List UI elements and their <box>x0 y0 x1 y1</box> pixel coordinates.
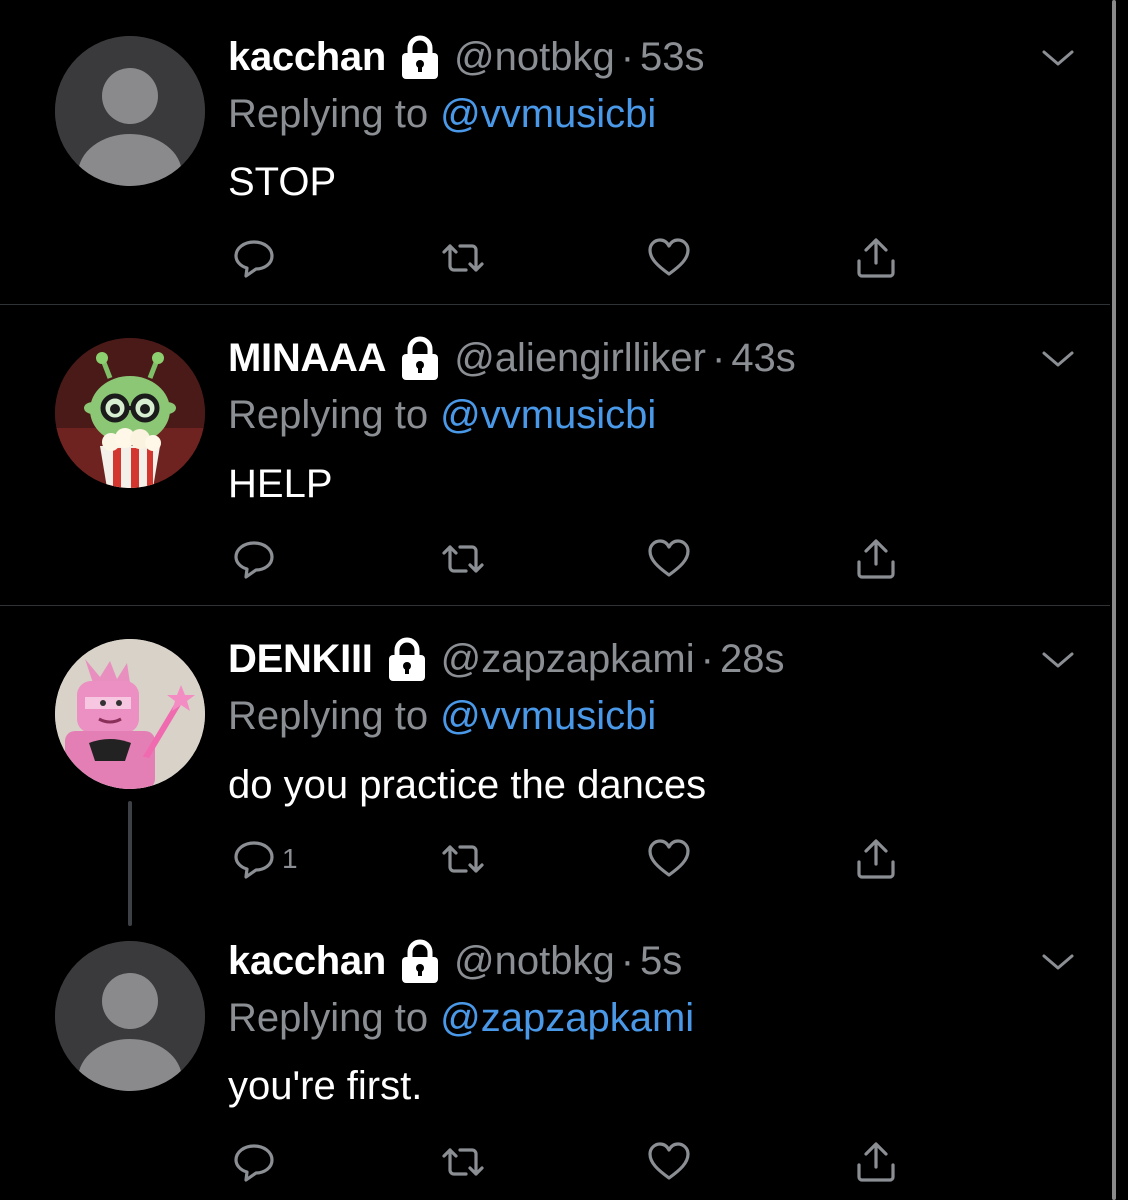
replying-to-label: Replying to <box>228 392 429 437</box>
retweet-icon <box>442 1148 484 1176</box>
alien-popcorn-avatar-icon <box>55 338 205 488</box>
display-name[interactable]: MINAAA <box>228 336 386 381</box>
retweet-icon <box>442 244 484 272</box>
reply-icon <box>234 541 274 579</box>
share-icon <box>857 539 895 579</box>
chevron-down-icon[interactable] <box>1040 347 1076 371</box>
retweet-button[interactable] <box>438 1137 488 1187</box>
tweet[interactable]: DENKIII @zapzapkami · 28s Replying to @v… <box>0 606 1110 926</box>
tweet[interactable]: kacchan @notbkg · 5s Replying to @zapzap… <box>0 908 1110 1200</box>
retweet-icon <box>442 845 484 873</box>
scrollbar[interactable] <box>1112 0 1116 1200</box>
like-button[interactable] <box>646 834 692 884</box>
tweet[interactable]: MINAAA @aliengirlliker · 43s Replying to… <box>0 305 1110 606</box>
share-icon <box>857 1142 895 1182</box>
reply-count: 1 <box>282 843 298 874</box>
reply-icon <box>234 1144 274 1182</box>
tweet-text: STOP <box>228 159 337 204</box>
reply-button[interactable] <box>232 1137 276 1187</box>
lock-icon <box>402 336 439 380</box>
tweet-actions: 1 <box>228 834 928 884</box>
heart-icon <box>648 1142 690 1180</box>
replying-to: Replying to @vvmusicbi <box>228 390 656 440</box>
tweet-text: HELP <box>228 461 333 506</box>
like-button[interactable] <box>646 233 692 283</box>
tweet[interactable]: kacchan @notbkg · 53s Replying to @vvmus… <box>0 0 1110 305</box>
replying-to-link[interactable]: @zapzapkami <box>440 996 694 1041</box>
reply-icon <box>234 841 274 879</box>
share-button[interactable] <box>853 534 899 584</box>
replying-to-label: Replying to <box>228 91 429 136</box>
display-name[interactable]: DENKIII <box>228 637 373 682</box>
lock-icon <box>402 35 438 79</box>
share-icon <box>857 238 895 278</box>
retweet-button[interactable] <box>438 834 488 884</box>
timestamp[interactable]: 43s <box>731 336 796 381</box>
heart-icon <box>648 238 690 276</box>
separator: · <box>620 938 635 983</box>
separator: · <box>620 34 635 79</box>
reply-button[interactable] <box>232 534 276 584</box>
tweet-header: DENKIII @zapzapkami · 28s <box>228 634 784 684</box>
handle[interactable]: @aliengirlliker <box>454 336 706 381</box>
reply-button[interactable] <box>232 233 276 283</box>
separator: · <box>700 636 714 681</box>
like-button[interactable] <box>646 1137 692 1187</box>
tweet-header: MINAAA @aliengirlliker · 43s <box>228 333 796 383</box>
share-button[interactable] <box>853 834 899 884</box>
lock-icon <box>388 637 425 681</box>
like-button[interactable] <box>646 534 692 584</box>
pink-figure-avatar-icon <box>55 639 205 789</box>
replying-to-label: Replying to <box>228 693 429 738</box>
retweet-icon <box>442 545 484 573</box>
replying-to: Replying to @zapzapkami <box>228 993 694 1043</box>
share-button[interactable] <box>853 1137 899 1187</box>
handle[interactable]: @zapzapkami <box>441 637 695 682</box>
tweet-header: kacchan @notbkg · 5s <box>228 936 682 986</box>
tweet-header: kacchan @notbkg · 53s <box>228 32 705 82</box>
replying-to-label: Replying to <box>228 995 429 1040</box>
separator: · <box>711 335 726 380</box>
heart-icon <box>648 839 690 877</box>
heart-icon <box>648 539 690 577</box>
handle[interactable]: @notbkg <box>454 939 615 984</box>
share-icon <box>857 839 895 879</box>
default-avatar-icon <box>55 941 205 1091</box>
replying-to: Replying to @vvmusicbi <box>228 691 656 741</box>
reply-button[interactable]: 1 <box>232 834 298 884</box>
handle[interactable]: @notbkg <box>454 35 615 80</box>
tweet-actions <box>228 1137 928 1187</box>
lock-icon <box>402 939 438 983</box>
timestamp[interactable]: 28s <box>720 637 785 682</box>
retweet-button[interactable] <box>438 534 488 584</box>
display-name[interactable]: kacchan <box>228 939 386 984</box>
tweet-text: do you practice the dances <box>228 762 707 807</box>
display-name[interactable]: kacchan <box>228 35 386 80</box>
reply-feed: kacchan @notbkg · 53s Replying to @vvmus… <box>0 0 1128 1200</box>
timestamp[interactable]: 5s <box>640 939 682 984</box>
avatar[interactable] <box>55 36 205 186</box>
avatar[interactable] <box>55 941 205 1091</box>
tweet-actions <box>228 233 928 283</box>
reply-icon <box>234 240 274 278</box>
timestamp[interactable]: 53s <box>640 35 705 80</box>
chevron-down-icon[interactable] <box>1040 950 1076 974</box>
replying-to-link[interactable]: @vvmusicbi <box>440 694 656 739</box>
replying-to-link[interactable]: @vvmusicbi <box>440 393 656 438</box>
avatar[interactable] <box>55 338 205 488</box>
tweet-text: you're first. <box>228 1063 423 1108</box>
replying-to: Replying to @vvmusicbi <box>228 89 656 139</box>
share-button[interactable] <box>853 233 899 283</box>
replying-to-link[interactable]: @vvmusicbi <box>440 92 656 137</box>
default-avatar-icon <box>55 36 205 186</box>
avatar[interactable] <box>55 639 205 789</box>
chevron-down-icon[interactable] <box>1040 46 1076 70</box>
chevron-down-icon[interactable] <box>1040 648 1076 672</box>
retweet-button[interactable] <box>438 233 488 283</box>
tweet-actions <box>228 534 928 584</box>
